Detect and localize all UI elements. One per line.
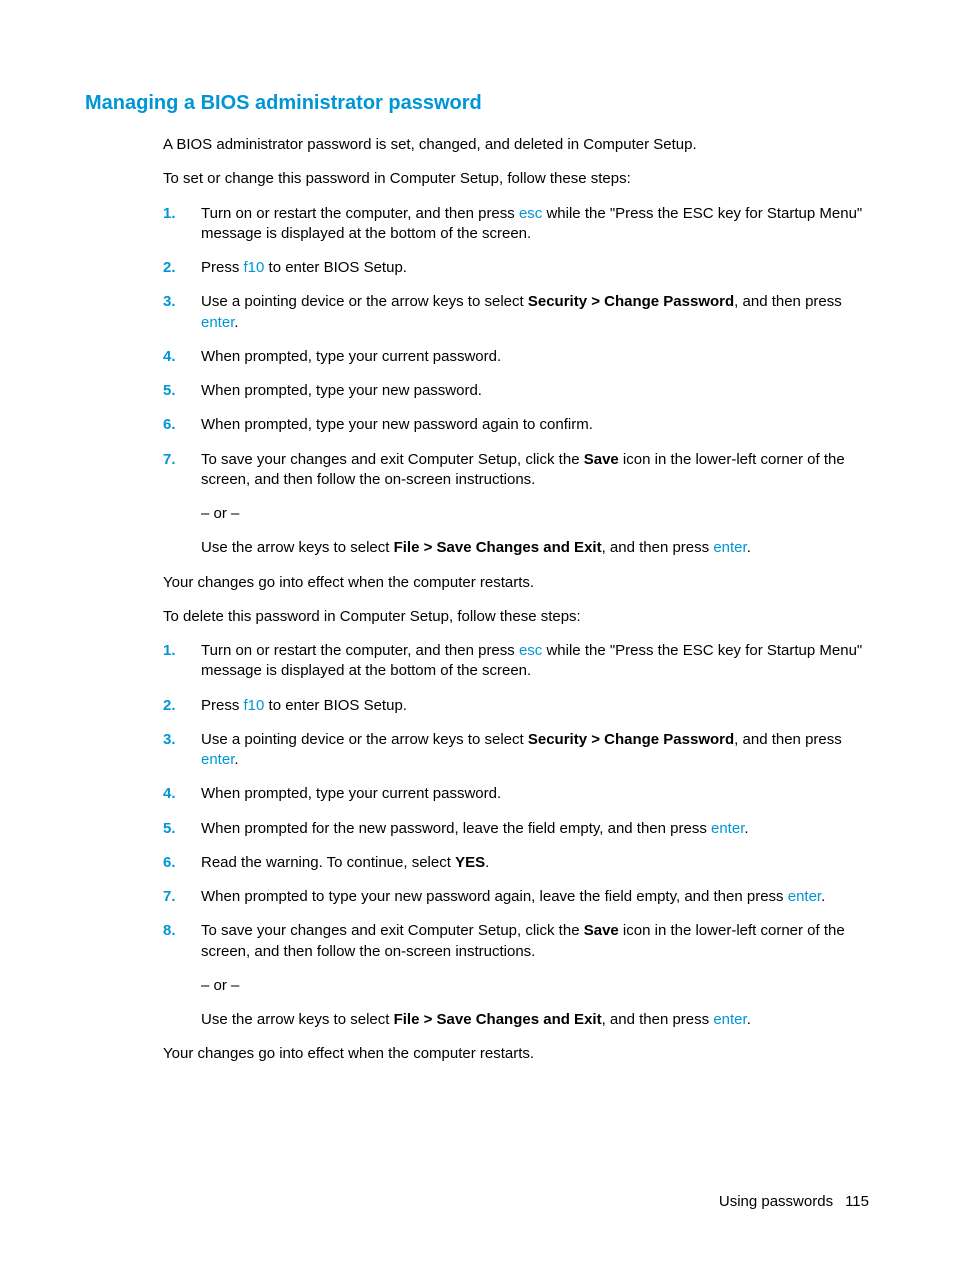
step-content: When prompted, type your current passwor… [201, 784, 869, 804]
step-content: Press f10 to enter BIOS Setup. [201, 696, 869, 716]
set-instructions: To set or change this password in Comput… [163, 169, 869, 189]
step-content: Turn on or restart the computer, and the… [201, 641, 869, 682]
key-enter: enter [711, 820, 744, 837]
list-item: 3. Use a pointing device or the arrow ke… [163, 730, 869, 771]
list-item: 1. Turn on or restart the computer, and … [163, 204, 869, 245]
list-item: 7. When prompted to type your new passwo… [163, 887, 869, 907]
set-steps-list: 1. Turn on or restart the computer, and … [163, 204, 869, 559]
step-number: 8. [163, 921, 201, 1030]
step-number: 4. [163, 347, 201, 367]
or-separator: – or – [201, 976, 869, 996]
key-enter: enter [713, 1011, 746, 1028]
list-item: 4. When prompted, type your current pass… [163, 347, 869, 367]
list-item: 6. When prompted, type your new password… [163, 415, 869, 435]
step-content: Use a pointing device or the arrow keys … [201, 292, 869, 333]
step-content: When prompted, type your current passwor… [201, 347, 869, 367]
step-number: 5. [163, 819, 201, 839]
delete-instructions: To delete this password in Computer Setu… [163, 607, 869, 627]
effect-text: Your changes go into effect when the com… [163, 573, 869, 593]
key-esc: esc [519, 205, 542, 222]
step-number: 2. [163, 258, 201, 278]
list-item: 5. When prompted, type your new password… [163, 381, 869, 401]
list-item: 6. Read the warning. To continue, select… [163, 853, 869, 873]
step-number: 3. [163, 730, 201, 771]
key-f10: f10 [244, 259, 265, 276]
key-enter: enter [788, 888, 821, 905]
step-number: 7. [163, 887, 201, 907]
delete-steps-list: 1. Turn on or restart the computer, and … [163, 641, 869, 1030]
key-enter: enter [201, 314, 234, 331]
step-content: When prompted for the new password, leav… [201, 819, 869, 839]
step-number: 1. [163, 641, 201, 682]
step-number: 6. [163, 853, 201, 873]
page-footer: Using passwords 115 [719, 1192, 869, 1212]
step-content: When prompted, type your new password ag… [201, 415, 869, 435]
key-enter: enter [713, 539, 746, 556]
step-content: When prompted to type your new password … [201, 887, 869, 907]
step-content: Use a pointing device or the arrow keys … [201, 730, 869, 771]
step-content: Read the warning. To continue, select YE… [201, 853, 869, 873]
page-heading: Managing a BIOS administrator password [85, 90, 869, 117]
list-item: 2. Press f10 to enter BIOS Setup. [163, 258, 869, 278]
list-item: 2. Press f10 to enter BIOS Setup. [163, 696, 869, 716]
list-item: 8. To save your changes and exit Compute… [163, 921, 869, 1030]
footer-section: Using passwords [719, 1193, 833, 1210]
step-number: 4. [163, 784, 201, 804]
step-number: 2. [163, 696, 201, 716]
intro-text: A BIOS administrator password is set, ch… [163, 135, 869, 155]
step-number: 5. [163, 381, 201, 401]
list-item: 4. When prompted, type your current pass… [163, 784, 869, 804]
step-content: Press f10 to enter BIOS Setup. [201, 258, 869, 278]
step-content: When prompted, type your new password. [201, 381, 869, 401]
key-f10: f10 [244, 697, 265, 714]
list-item: 3. Use a pointing device or the arrow ke… [163, 292, 869, 333]
list-item: 1. Turn on or restart the computer, and … [163, 641, 869, 682]
step-content: Turn on or restart the computer, and the… [201, 204, 869, 245]
list-item: 7. To save your changes and exit Compute… [163, 450, 869, 559]
step-content: To save your changes and exit Computer S… [201, 921, 869, 1030]
step-number: 1. [163, 204, 201, 245]
step-content: To save your changes and exit Computer S… [201, 450, 869, 559]
step-number: 6. [163, 415, 201, 435]
key-enter: enter [201, 751, 234, 768]
or-separator: – or – [201, 504, 869, 524]
step-number: 7. [163, 450, 201, 559]
key-esc: esc [519, 642, 542, 659]
step-number: 3. [163, 292, 201, 333]
effect-text: Your changes go into effect when the com… [163, 1044, 869, 1064]
footer-page-number: 115 [845, 1193, 869, 1210]
list-item: 5. When prompted for the new password, l… [163, 819, 869, 839]
